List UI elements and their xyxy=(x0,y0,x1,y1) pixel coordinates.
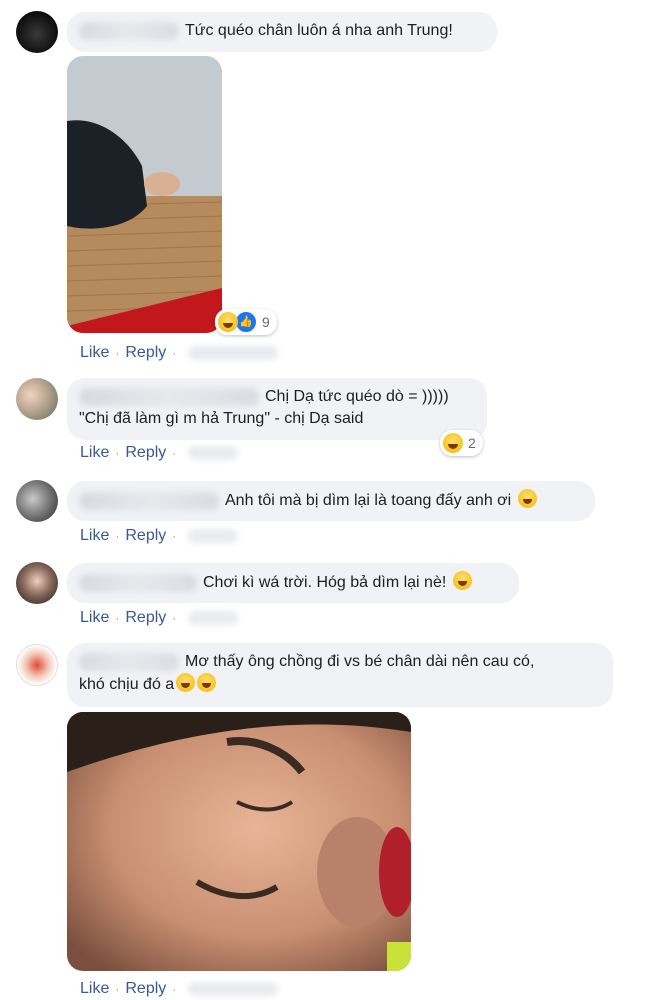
separator: · xyxy=(172,611,177,625)
timestamp[interactable] xyxy=(188,528,239,543)
comment-text: Chơi kì wá trời. Hóg bả dìm lại nè! xyxy=(203,574,447,591)
comment-photo[interactable] xyxy=(67,56,222,333)
timestamp[interactable] xyxy=(188,445,239,460)
separator: · xyxy=(115,982,120,996)
avatar[interactable] xyxy=(16,378,58,420)
avatar[interactable] xyxy=(16,480,58,522)
comment-bubble: Mơ thấy ông chồng đi vs bé chân dài nên … xyxy=(67,643,613,707)
comment-photo[interactable] xyxy=(67,712,411,971)
separator: · xyxy=(115,529,120,543)
like-link[interactable]: Like xyxy=(80,527,109,544)
commenter-name[interactable] xyxy=(79,573,197,592)
laughing-emoji-icon xyxy=(176,673,196,692)
comment-bubble: Chơi kì wá trời. Hóg bả dìm lại nè! xyxy=(67,563,519,603)
separator: · xyxy=(115,446,120,460)
reply-link[interactable]: Reply xyxy=(125,444,166,461)
avatar[interactable] xyxy=(16,11,58,53)
reply-link[interactable]: Reply xyxy=(125,527,166,544)
comment-actions: Like · Reply · xyxy=(80,344,279,362)
separator: · xyxy=(115,346,120,360)
rolling-laughing-emoji-icon xyxy=(197,673,217,692)
comment-bubble: Chị Dạ tức quéo dò = ))))) "Chị đã làm g… xyxy=(67,378,487,440)
rolling-laughing-emoji-icon xyxy=(517,489,537,508)
like-link[interactable]: Like xyxy=(80,344,109,361)
avatar[interactable] xyxy=(16,644,58,686)
separator: · xyxy=(172,446,177,460)
winking-tongue-emoji-icon xyxy=(452,571,472,590)
reaction-count: 2 xyxy=(468,435,476,451)
timestamp[interactable] xyxy=(188,981,279,996)
commenter-name[interactable] xyxy=(79,387,259,406)
comment-actions: Like · Reply · xyxy=(80,444,239,462)
comment-actions: Like · Reply · xyxy=(80,609,239,627)
comment-text-line-1: Chị Dạ tức quéo dò = ))))) xyxy=(265,388,449,405)
comment-bubble: Tức quéo chân luôn á nha anh Trung! xyxy=(67,12,497,52)
comment-text-line-2: khó chịu đó a xyxy=(79,676,175,693)
laughing-emoji-icon xyxy=(218,312,238,332)
comment-actions: Like · Reply · xyxy=(80,980,279,998)
reply-link[interactable]: Reply xyxy=(125,344,166,361)
commenter-name[interactable] xyxy=(79,21,179,40)
laughing-emoji-icon xyxy=(443,433,463,453)
reaction-summary[interactable]: 👍 9 xyxy=(215,309,277,335)
comment-actions: Like · Reply · xyxy=(80,527,239,545)
separator: · xyxy=(172,982,177,996)
comment-bubble: Anh tôi mà bị dìm lại là toang đấy anh ơ… xyxy=(67,481,595,521)
reaction-summary[interactable]: 2 xyxy=(440,430,483,456)
comment-text: Anh tôi mà bị dìm lại là toang đấy anh ơ… xyxy=(225,492,512,509)
reply-link[interactable]: Reply xyxy=(125,609,166,626)
like-link[interactable]: Like xyxy=(80,444,109,461)
reply-link[interactable]: Reply xyxy=(125,980,166,997)
avatar[interactable] xyxy=(16,562,58,604)
separator: · xyxy=(172,346,177,360)
timestamp[interactable] xyxy=(188,610,239,625)
comment-text-line-2: "Chị đã làm gì m hả Trung" - chị Dạ said xyxy=(79,410,364,427)
timestamp[interactable] xyxy=(188,345,279,360)
separator: · xyxy=(172,529,177,543)
like-link[interactable]: Like xyxy=(80,980,109,997)
reaction-count: 9 xyxy=(262,314,270,330)
comment-text: Tức quéo chân luôn á nha anh Trung! xyxy=(185,22,453,39)
separator: · xyxy=(115,611,120,625)
comment-text-line-1: Mơ thấy ông chồng đi vs bé chân dài nên … xyxy=(185,653,535,670)
like-link[interactable]: Like xyxy=(80,609,109,626)
commenter-name[interactable] xyxy=(79,491,219,510)
commenter-name[interactable] xyxy=(79,652,179,671)
